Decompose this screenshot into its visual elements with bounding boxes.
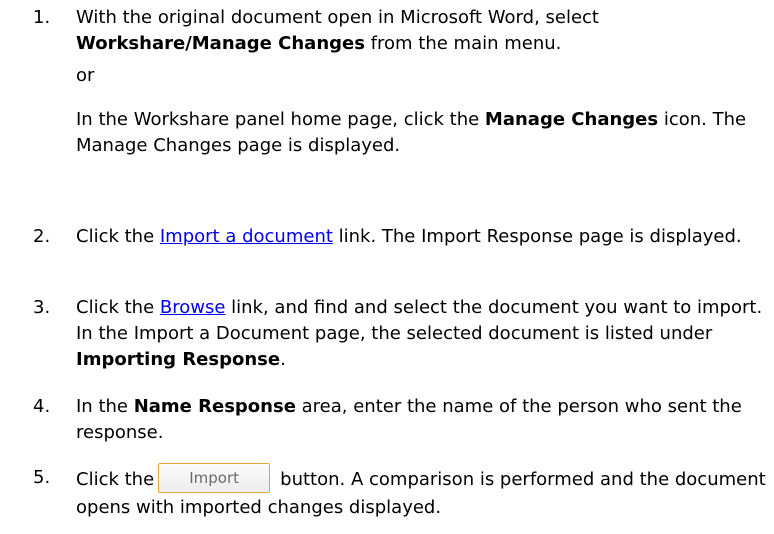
import-button[interactable]: Import: [158, 463, 271, 493]
menu-manage-changes: Manage Changes: [191, 33, 365, 54]
or-text: or: [76, 65, 95, 86]
step-text: In the Name Response area, enter the nam…: [76, 396, 742, 443]
manage-changes-label: Manage Changes: [484, 109, 659, 130]
importing-response-label: Importing Response: [76, 349, 281, 370]
step-alt-text: In the Workshare panel home page, click …: [76, 109, 747, 156]
step-text: Click the Browse link, and find and sele…: [76, 297, 763, 370]
step-number: 5.: [33, 467, 51, 488]
step-text: Click the Import button. A comparison is p…: [76, 463, 766, 521]
step-body: Click the Browse link, and find and sele…: [76, 295, 766, 373]
import-a-document-link[interactable]: Import a document: [160, 226, 333, 247]
step-number: 1.: [33, 7, 51, 28]
step-body: With the original document open in Micro…: [76, 5, 766, 159]
step-text: Click the Import a document link. The Im…: [76, 226, 742, 247]
step-number: 4.: [33, 396, 51, 417]
menu-workshare: Workshare: [76, 33, 186, 54]
step-body: Click the Import button. A comparison is p…: [76, 463, 766, 521]
browse-link[interactable]: Browse: [160, 297, 226, 318]
step-number: 3.: [33, 297, 51, 318]
step-text: With the original document open in Micro…: [76, 7, 599, 54]
step-body: Click the Import a document link. The Im…: [76, 224, 766, 250]
name-response-label: Name Response: [133, 396, 296, 417]
step-body: In the Name Response area, enter the nam…: [76, 394, 766, 446]
step-number: 2.: [33, 226, 51, 247]
